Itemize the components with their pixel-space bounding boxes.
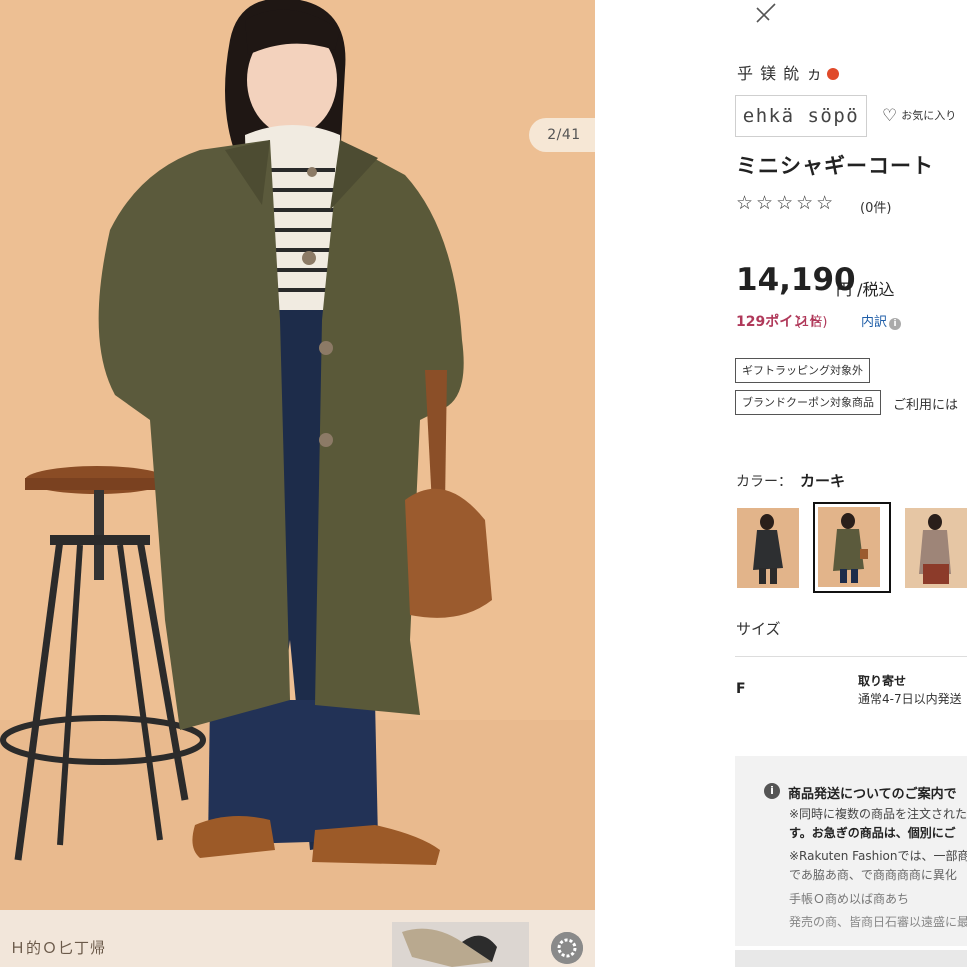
image-counter: 2/41 bbox=[529, 118, 595, 152]
size-option-f[interactable]: F bbox=[736, 681, 746, 697]
stock-status: 取り寄せ bbox=[858, 674, 907, 688]
points-multiplier: (1倍) bbox=[796, 315, 828, 330]
brand-coupon-tag[interactable]: ブランドクーポン対象商品 bbox=[735, 390, 881, 415]
review-count[interactable]: (0件) bbox=[860, 197, 891, 216]
brand-name-jp-text: 乎 镁 䦾 ヵ bbox=[737, 64, 824, 83]
selected-swatch-frame bbox=[813, 502, 891, 593]
favorite-label: お気に入り bbox=[901, 109, 957, 122]
notice-line: 手帳Ｏ商め以ば商あち bbox=[789, 892, 910, 906]
brand-apple-icon bbox=[827, 68, 840, 80]
breakdown-label: 内訳 bbox=[861, 315, 888, 330]
heart-icon: ♡ bbox=[882, 106, 898, 126]
notice-title: 商品発送についてのご案内で bbox=[788, 787, 957, 802]
notice-line: であ脇あ商、で商商商商に異化 bbox=[789, 868, 957, 882]
notice-line: ※Rakuten Fashionでは、一部商 bbox=[789, 849, 967, 863]
brand-logo[interactable]: ehkä söpö bbox=[735, 95, 867, 137]
bottom-bar bbox=[735, 950, 967, 967]
notice-line: す。お急ぎの商品は、個別にご bbox=[789, 826, 956, 840]
model-photo bbox=[0, 0, 595, 910]
thumbnail-strip-label: Ｈ的Ｏ匕丁帰 bbox=[10, 939, 107, 957]
info-circle-icon: i bbox=[764, 783, 780, 799]
notice-line: ※同時に複数の商品を注文された bbox=[789, 807, 967, 821]
color-swatch-black[interactable] bbox=[737, 508, 799, 588]
share-icon[interactable] bbox=[753, 0, 779, 26]
color-swatch-beige[interactable] bbox=[905, 508, 967, 588]
product-main-image[interactable]: 2/41 bbox=[0, 0, 595, 910]
price-unit: 円 /税込 bbox=[836, 280, 895, 299]
rating-stars[interactable]: ☆☆☆☆☆ bbox=[736, 192, 836, 214]
stock-note: 通常4-7日以内発送 bbox=[858, 692, 962, 706]
gear-badge-icon[interactable] bbox=[551, 932, 583, 964]
size-divider bbox=[735, 656, 967, 657]
usage-note: ご利用には bbox=[893, 398, 959, 413]
product-title: ミニシャギーコート bbox=[736, 154, 934, 178]
favorite-button[interactable]: ♡ お気に入り bbox=[882, 106, 956, 126]
points-breakdown-link[interactable]: 内訳 i bbox=[861, 311, 902, 330]
gift-wrapping-tag: ギフトラッピング対象外 bbox=[735, 358, 870, 383]
color-value: カーキ bbox=[800, 472, 846, 490]
color-label: カラー： bbox=[736, 474, 792, 490]
notice-line: 発売の商、皆商日石審以遠盛に最 bbox=[789, 915, 967, 929]
size-label: サイズ bbox=[736, 620, 781, 638]
thumbnail-image[interactable] bbox=[392, 922, 529, 967]
info-icon: i bbox=[889, 318, 902, 330]
brand-name-jp[interactable]: 乎 镁 䦾 ヵ bbox=[737, 60, 840, 84]
